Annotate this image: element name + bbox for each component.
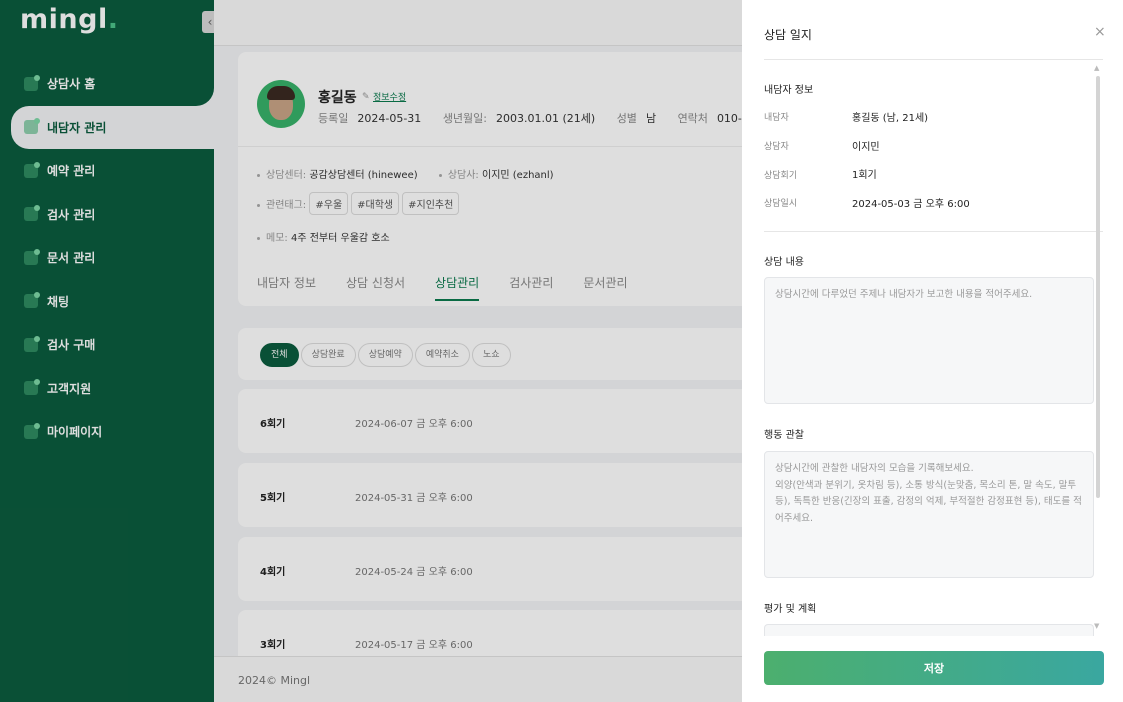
divider — [764, 59, 1103, 60]
info-value: 이지민 — [852, 142, 880, 153]
info-key: 상담회기 — [764, 171, 798, 181]
behavior-title: 행동 관찰 — [764, 430, 804, 441]
content-textarea[interactable]: 상담시간에 다루었던 주제나 내담자가 보고한 내용을 적어주세요. — [764, 277, 1094, 404]
client-info-title: 내담자 정보 — [764, 85, 814, 96]
info-value: 홍길동 (남, 21세) — [852, 113, 929, 124]
scroll-down-icon[interactable]: ▼ — [1094, 622, 1099, 630]
scroll-up-icon[interactable]: ▲ — [1094, 64, 1099, 72]
close-icon[interactable]: × — [1094, 24, 1106, 40]
info-value: 1회기 — [852, 170, 877, 181]
behavior-textarea[interactable]: 상담시간에 관찰한 내담자의 모습을 기록해보세요. 외양(안색과 분위기, 옷… — [764, 451, 1094, 578]
info-key: 상담자 — [764, 142, 789, 152]
info-value: 2024-05-03 금 오후 6:00 — [852, 199, 970, 210]
scrollbar[interactable]: ▲ ▼ — [1094, 64, 1100, 630]
plan-textarea[interactable] — [764, 624, 1094, 636]
divider — [764, 231, 1103, 232]
session-log-drawer: 상담 일지 × 내담자 정보 내담자 홍길동 (남, 21세) 상담자 이지민 … — [742, 0, 1123, 702]
info-key: 상담일시 — [764, 199, 798, 209]
drawer-title: 상담 일지 — [764, 28, 812, 42]
save-button[interactable]: 저장 — [764, 651, 1104, 685]
modal-overlay[interactable] — [0, 0, 742, 702]
content-title: 상담 내용 — [764, 257, 804, 268]
plan-title: 평가 및 계획 — [764, 604, 817, 615]
scrollbar-thumb[interactable] — [1096, 76, 1100, 498]
info-key: 내담자 — [764, 113, 789, 123]
